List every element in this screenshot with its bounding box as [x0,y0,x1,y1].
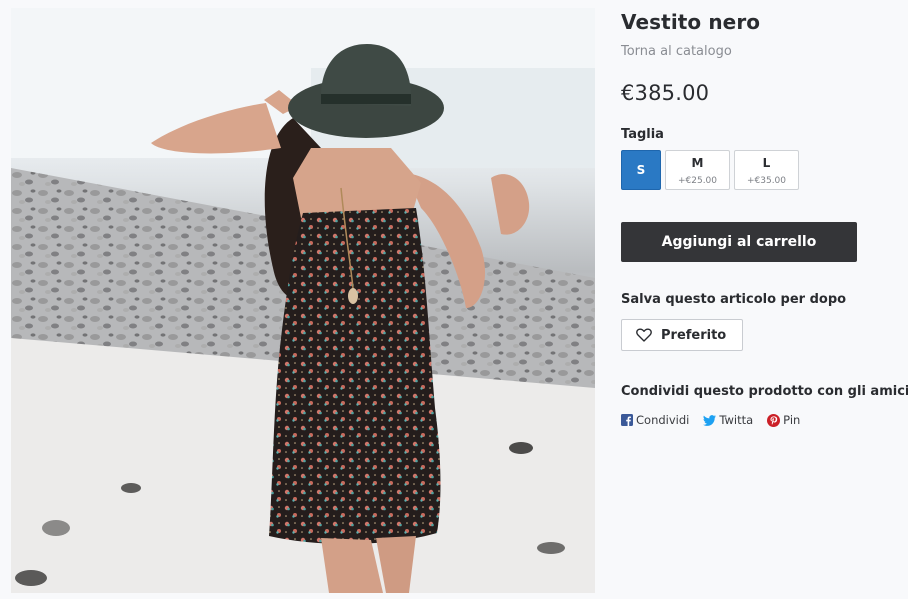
product-photo-illustration [11,8,595,593]
share-links: Condividi Twitta Pin [621,413,814,427]
share-facebook-label: Condividi [636,413,690,427]
product-image [11,8,595,593]
share-twitter-link[interactable]: Twitta [703,413,753,427]
size-surcharge: +€35.00 [746,176,787,186]
favorite-label: Preferito [661,327,727,343]
share-pinterest-label: Pin [783,413,801,427]
product-price: €385.00 [621,81,710,105]
product-info-panel: Vestito nero Torna al catalogo €385.00 T… [621,0,908,599]
back-to-catalog-link[interactable]: Torna al catalogo [621,44,732,59]
share-facebook-link[interactable]: Condividi [621,413,689,427]
heart-icon [636,328,652,342]
add-to-cart-button[interactable]: Aggiungi al carrello [621,222,857,262]
share-twitter-label: Twitta [719,413,754,427]
twitter-icon [703,414,717,426]
size-surcharge: +€25.00 [677,176,718,186]
size-name: S [636,163,646,177]
size-name: M [691,156,704,170]
size-option-l[interactable]: L +€35.00 [734,150,799,190]
share-pinterest-link[interactable]: Pin [767,413,800,427]
size-name: L [762,156,771,170]
save-for-later-label: Salva questo articolo per dopo [621,292,847,307]
size-option-s[interactable]: S [621,150,661,190]
product-title: Vestito nero [621,10,761,34]
size-option-m[interactable]: M +€25.00 [665,150,730,190]
facebook-icon [621,414,633,426]
share-label: Condividi questo prodotto con gli amici [621,384,908,399]
pinterest-icon [767,413,781,427]
size-label: Taglia [621,127,664,142]
favorite-button[interactable]: Preferito [621,319,743,351]
